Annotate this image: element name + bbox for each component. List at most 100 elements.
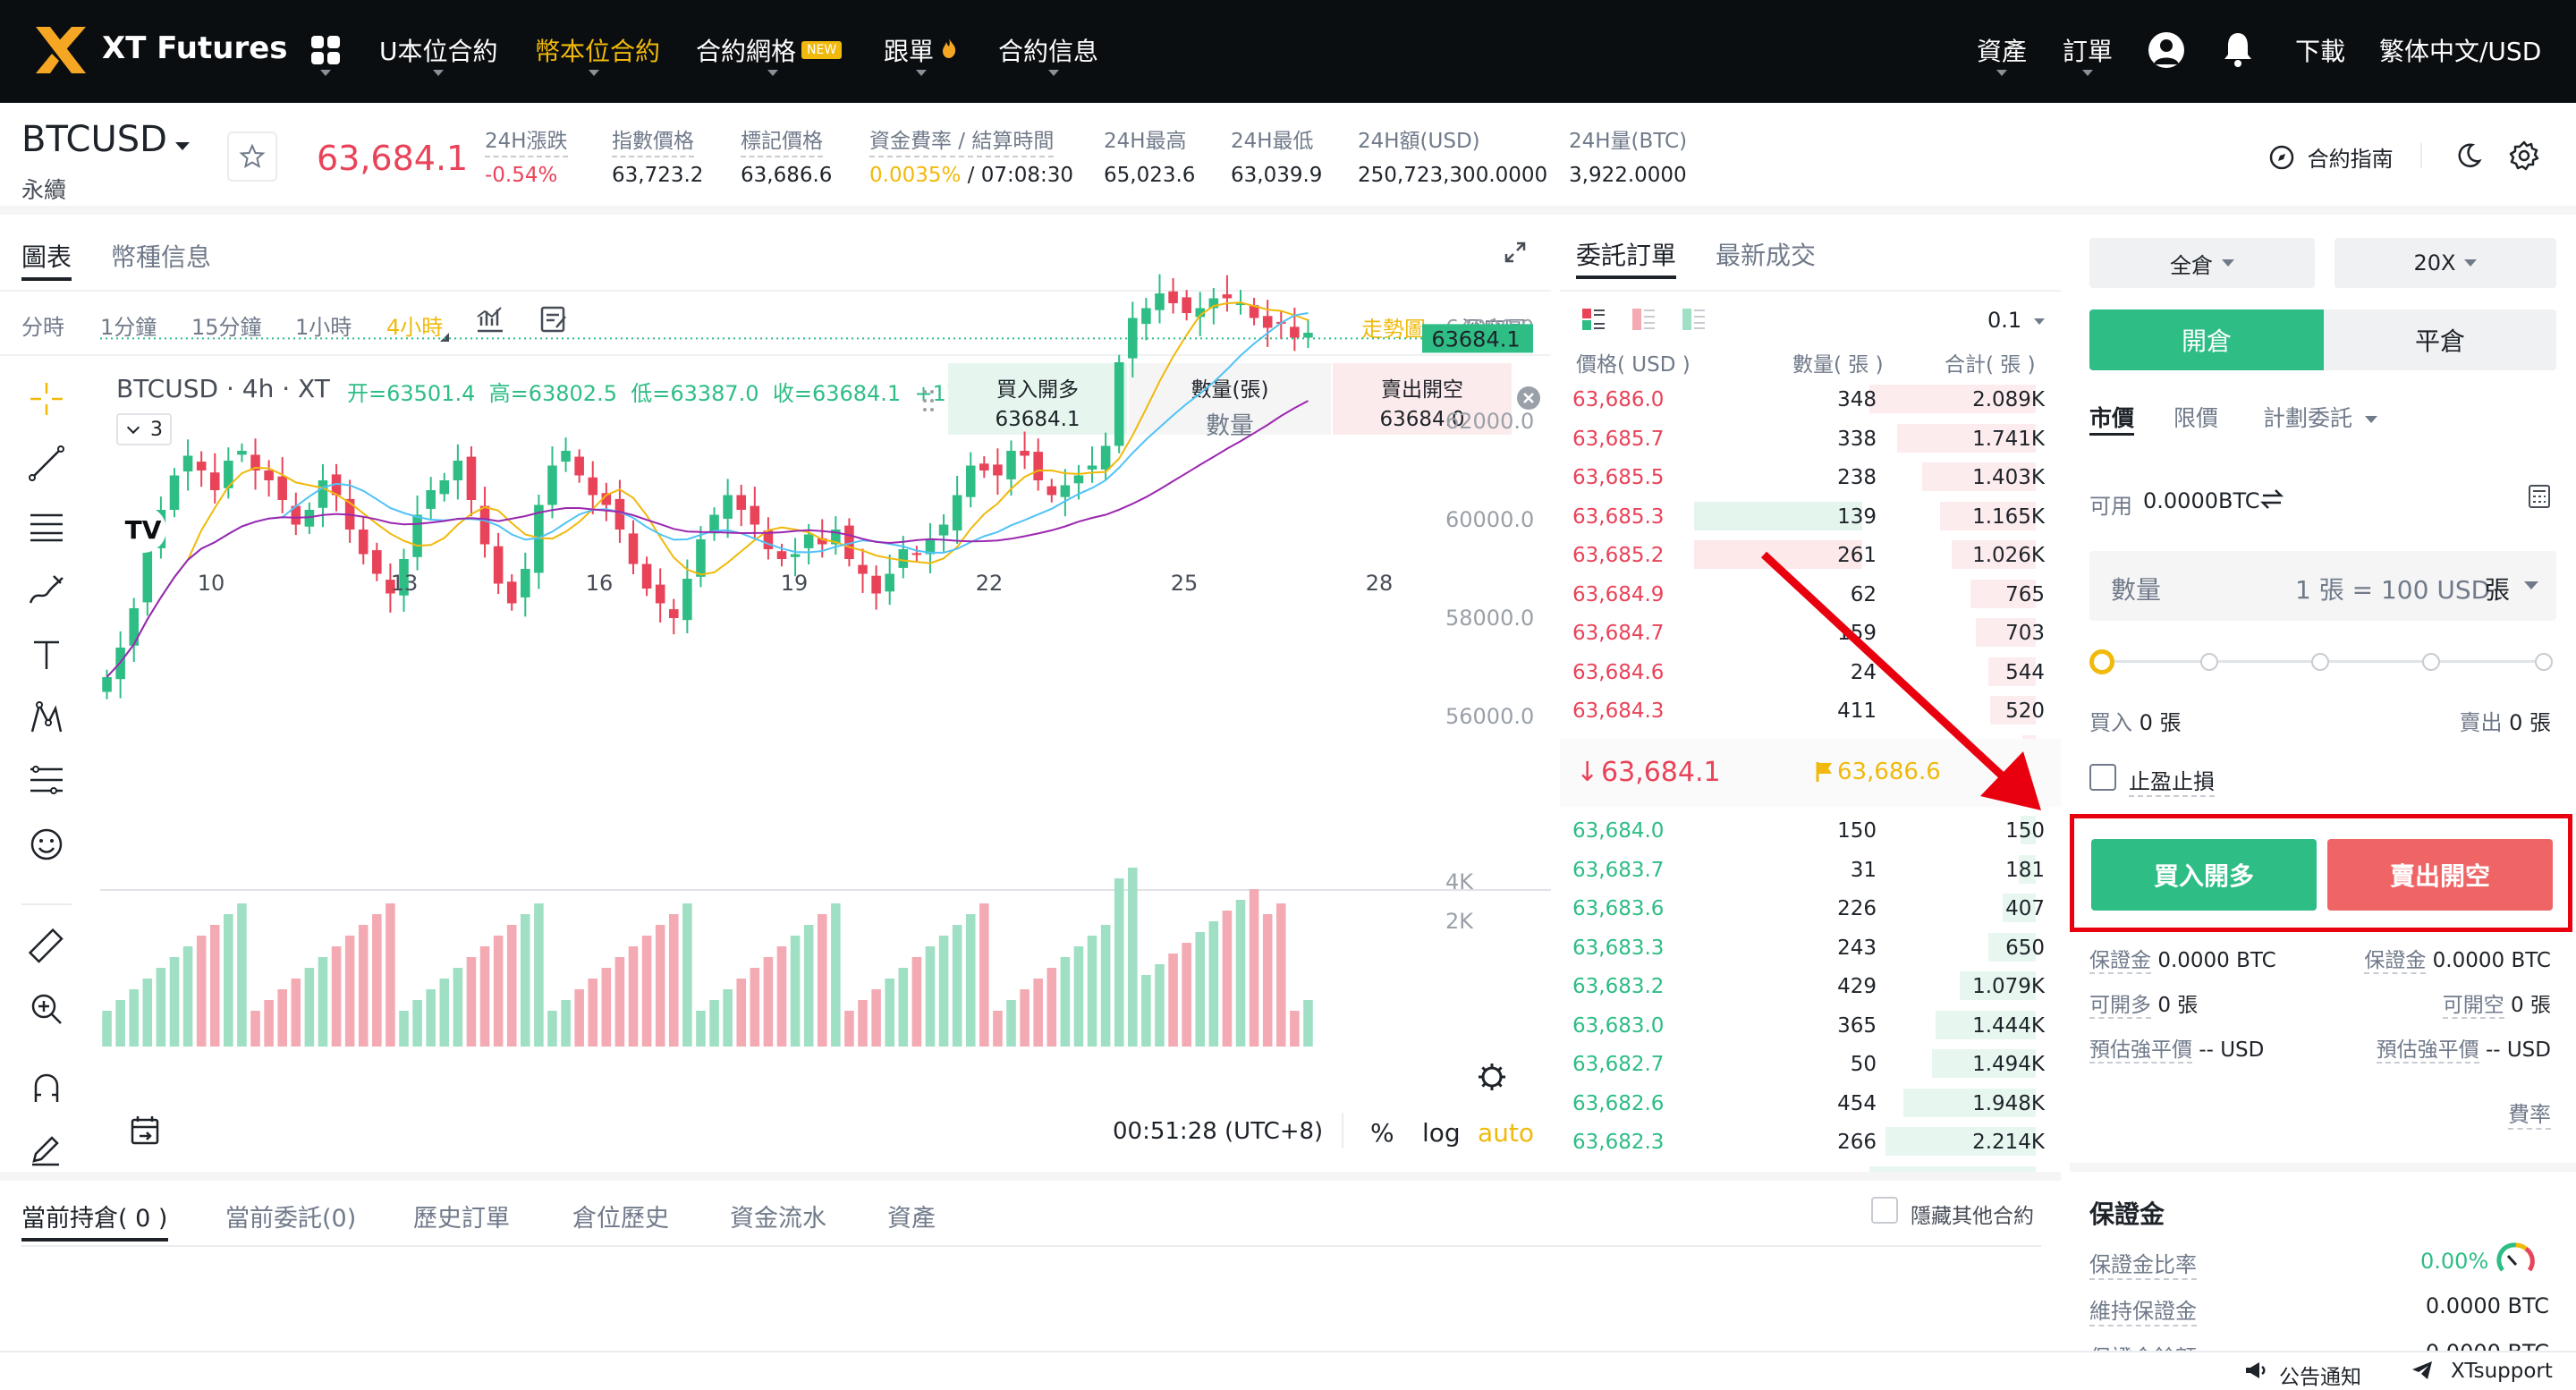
favorite-star-icon[interactable] — [227, 131, 277, 182]
bid-row[interactable]: 63,683.3 243 650 — [1556, 929, 2048, 965]
nav-assets[interactable]: 資產 — [1977, 32, 2027, 68]
slider-tick[interactable] — [2311, 653, 2329, 671]
nav-futures-grid[interactable]: 合約網格 — [696, 32, 796, 68]
leverage-select[interactable]: 20X — [2334, 238, 2556, 288]
candle-body — [736, 495, 747, 510]
volume-bar — [1249, 889, 1259, 1047]
last-price-tag-label: 63684.1 — [1431, 326, 1520, 352]
date-range-icon[interactable] — [127, 1113, 163, 1148]
volume-bar — [844, 1011, 854, 1047]
slider-tick[interactable] — [2535, 653, 2553, 671]
sell-short-button[interactable]: 賣出開空 — [2327, 839, 2553, 911]
ask-row[interactable]: 63,685.7 338 1.741K — [1556, 420, 2048, 456]
user-avatar-icon[interactable] — [2148, 32, 2184, 68]
transfer-icon[interactable] — [2259, 487, 2284, 512]
tpsl-checkbox[interactable] — [2089, 764, 2116, 791]
margin-title: 保證金 — [2089, 1199, 2165, 1229]
calculator-icon[interactable] — [2526, 483, 2553, 510]
volume-bar — [1208, 921, 1219, 1047]
bell-icon[interactable] — [2222, 30, 2254, 68]
type-plan[interactable]: 計劃委託 — [2263, 401, 2377, 433]
book-asks-icon[interactable] — [1680, 306, 1707, 333]
ask-row[interactable]: 63,684.6 24 544 — [1556, 654, 2048, 690]
bid-row[interactable]: 63,684.0 150 150 — [1556, 812, 2048, 848]
contract-guide-link[interactable]: 合約指南 — [2268, 141, 2394, 172]
ob-total: 2.214K — [1972, 1131, 2045, 1154]
tab-order-book[interactable]: 委託訂單 — [1576, 236, 1676, 272]
tab-fund-flow[interactable]: 資金流水 — [730, 1199, 826, 1233]
qty-slider[interactable] — [2089, 646, 2556, 678]
dark-mode-icon[interactable] — [2454, 141, 2483, 170]
price-chart[interactable]: 62000.060000.058000.056000.064000.063684… — [0, 215, 1551, 1172]
nav-language[interactable]: 繁体中文/USD — [2379, 32, 2541, 68]
tab-open-orders[interactable]: 當前委託(0) — [225, 1199, 356, 1233]
notice-link[interactable]: 公告通知 — [2279, 1360, 2361, 1390]
nav-contract-info[interactable]: 合約信息 — [998, 32, 1098, 68]
book-bids-icon[interactable] — [1630, 306, 1657, 333]
tpsl-label[interactable]: 止盈止損 — [2129, 764, 2215, 797]
price-step-select[interactable]: 0.1 — [1987, 308, 2045, 333]
ask-row[interactable]: 63,684.7 159 703 — [1556, 614, 2048, 650]
type-market[interactable]: 市價 — [2089, 401, 2134, 433]
auto-toggle[interactable]: auto — [1478, 1118, 1534, 1148]
info-row: 預估強平價 -- USD — [2376, 1032, 2551, 1064]
bid-row[interactable]: 63,682.3 266 2.214K — [1556, 1123, 2048, 1159]
slider-tick[interactable] — [2422, 653, 2440, 671]
telegram-icon — [2410, 1358, 2435, 1383]
bid-row[interactable]: 63,683.6 226 407 — [1556, 890, 2048, 926]
top-navbar: XT Futures U本位合約 幣本位合約 合約網格 NEW 跟單 合約信息 … — [0, 0, 2576, 103]
brand-logo[interactable]: XT Futures — [32, 21, 301, 79]
tab-position-history[interactable]: 倉位歷史 — [572, 1199, 669, 1233]
tab-close[interactable]: 平倉 — [2324, 309, 2556, 370]
candle-body — [696, 539, 706, 577]
bid-row[interactable]: 63,682.7 50 1.494K — [1556, 1046, 2048, 1081]
type-limit[interactable]: 限價 — [2174, 401, 2218, 433]
nav-copy-trading[interactable]: 跟單 — [884, 32, 934, 68]
apps-grid-icon[interactable] — [309, 34, 342, 66]
ob-total: 181 — [2005, 858, 2045, 882]
settings-gear-icon[interactable] — [2508, 140, 2540, 172]
nav-usdt-futures[interactable]: U本位合約 — [379, 32, 498, 68]
bid-row[interactable]: 63,683.2 429 1.079K — [1556, 968, 2048, 1004]
ob-total: 2.089K — [1972, 388, 2045, 411]
buy-long-button[interactable]: 買入開多 — [2091, 839, 2317, 911]
fee-link[interactable]: 費率 — [2508, 1097, 2551, 1130]
leverage-label: 20X — [2413, 250, 2456, 275]
margin-mode-select[interactable]: 全倉 — [2089, 238, 2315, 288]
percent-toggle[interactable]: % — [1370, 1118, 1394, 1148]
symbol-name: BTCUSD — [21, 119, 167, 160]
bid-row[interactable]: 63,682.6 454 1.948K — [1556, 1085, 2048, 1121]
tab-open[interactable]: 開倉 — [2089, 309, 2324, 370]
symbol-selector[interactable]: BTCUSD 永續 — [21, 119, 200, 203]
tab-current-positions[interactable]: 當前持倉( 0 ) — [21, 1199, 167, 1233]
candle-body — [952, 495, 962, 531]
axis-settings-icon[interactable] — [1479, 1064, 1505, 1090]
ob-amount: 50 — [1850, 1053, 1877, 1076]
hide-others-checkbox[interactable] — [1871, 1197, 1898, 1224]
ask-row[interactable]: 63,685.3 139 1.165K — [1556, 498, 2048, 534]
support-link[interactable]: XTsupport — [2451, 1360, 2553, 1383]
qty-input[interactable]: 數量 1 張 = 100 USD 張 — [2089, 551, 2556, 621]
bid-row[interactable]: 63,683.7 31 181 — [1556, 852, 2048, 887]
ask-row[interactable]: 63,684.9 62 765 — [1556, 576, 2048, 612]
ask-row[interactable]: 63,684.3 411 520 — [1556, 692, 2048, 728]
ask-row[interactable]: 63,685.5 238 1.403K — [1556, 459, 2048, 495]
nav-coin-futures[interactable]: 幣本位合約 — [535, 32, 660, 68]
nav-download[interactable]: 下載 — [2295, 32, 2345, 68]
ask-row[interactable]: 63,685.2 261 1.026K — [1556, 537, 2048, 572]
candle-body — [682, 579, 692, 621]
volume-bar — [1128, 868, 1138, 1047]
slider-tick[interactable] — [2200, 653, 2218, 671]
tab-assets[interactable]: 資產 — [887, 1199, 936, 1233]
log-toggle[interactable]: log — [1422, 1118, 1461, 1148]
nav-orders[interactable]: 訂單 — [2063, 32, 2113, 68]
ask-row[interactable]: 63,686.0 348 2.089K — [1556, 381, 2048, 417]
tab-order-history[interactable]: 歷史訂單 — [413, 1199, 510, 1233]
slider-handle[interactable] — [2089, 649, 2114, 674]
tab-recent-trades[interactable]: 最新成交 — [1716, 236, 1816, 272]
chevron-down-icon — [2464, 259, 2478, 267]
book-both-icon[interactable] — [1580, 306, 1606, 333]
bid-row[interactable]: 63,683.0 365 1.444K — [1556, 1007, 2048, 1043]
candle-body — [142, 544, 153, 603]
candle-body — [979, 463, 989, 470]
